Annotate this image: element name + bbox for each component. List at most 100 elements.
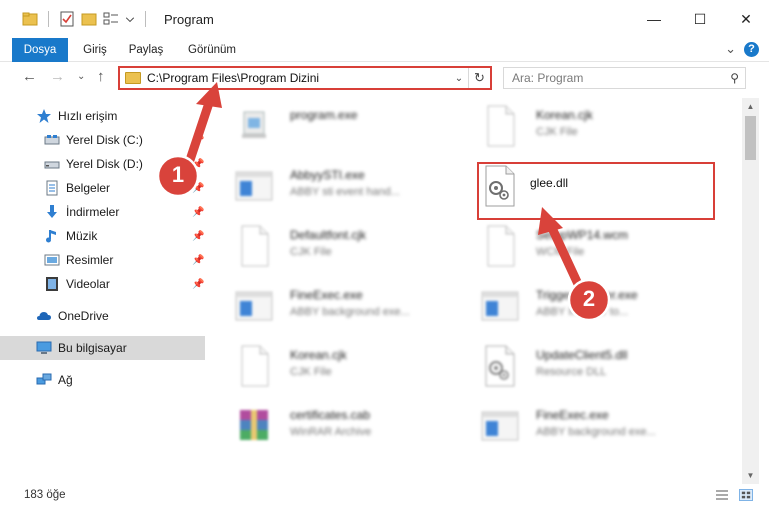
pin-icon[interactable]: 📌	[192, 231, 204, 242]
file-name: AbbyySTI.exe	[290, 168, 365, 182]
properties-icon[interactable]	[59, 11, 75, 27]
details-view-icon[interactable]	[715, 489, 729, 501]
tab-view[interactable]: Görünüm	[180, 38, 244, 62]
file-item[interactable]: program.exe	[234, 104, 464, 158]
file-item[interactable]: Korean.cjk CJK File	[480, 104, 710, 158]
file-item[interactable]: certificates.cab WinRAR Archive	[234, 404, 464, 458]
forward-button[interactable]: →	[50, 68, 65, 85]
file-name: certificates.cab	[290, 408, 371, 422]
ribbon-controls: ⌄ ?	[725, 41, 759, 57]
download-icon	[47, 205, 57, 218]
sidebar-item-music[interactable]: Müzik 📌	[0, 224, 205, 248]
refresh-button[interactable]: ↻	[468, 68, 490, 88]
view-switcher	[715, 489, 753, 501]
pin-icon[interactable]: 📌	[192, 135, 204, 146]
file-item[interactable]: Defaultfont.cjk CJK File	[234, 224, 464, 278]
address-dropdown-icon[interactable]: ⌄	[450, 73, 468, 84]
dll-gear-icon	[480, 344, 520, 388]
app-window-icon	[480, 284, 520, 328]
address-path[interactable]: C:\Program Files\Program Dizini	[147, 71, 450, 85]
pin-icon[interactable]: 📌	[192, 207, 204, 218]
search-box[interactable]: ⚲	[503, 67, 746, 89]
vertical-scrollbar[interactable]: ▲ ▼	[742, 98, 759, 484]
address-bar[interactable]: C:\Program Files\Program Dizini ⌄ ↻	[118, 66, 492, 90]
file-name: Korean.cjk	[290, 348, 347, 362]
sidebar-item-label: Hızlı erişim	[58, 109, 118, 123]
customize-toolbar-icon[interactable]	[103, 11, 119, 27]
file-item[interactable]: SetupWP14.wcm WCM File	[480, 224, 710, 278]
pin-icon[interactable]: 📌	[192, 183, 204, 194]
pin-icon[interactable]: 📌	[192, 159, 204, 170]
sidebar-item-downloads[interactable]: İndirmeler 📌	[0, 200, 205, 224]
blank-file-icon	[480, 224, 520, 268]
blank-file-icon	[480, 104, 520, 148]
minimize-button[interactable]: —	[631, 0, 677, 38]
app-window-icon	[480, 404, 520, 448]
scroll-up-icon[interactable]: ▲	[742, 98, 759, 115]
pin-icon[interactable]: 📌	[192, 255, 204, 266]
file-name: SetupWP14.wcm	[536, 228, 629, 242]
sidebar-item-onedrive[interactable]: OneDrive	[0, 304, 205, 328]
file-type: ABBY sti event hand...	[290, 186, 400, 198]
maximize-button[interactable]: ☐	[677, 0, 723, 38]
pin-icon[interactable]: 📌	[192, 279, 204, 290]
help-icon[interactable]: ?	[744, 41, 759, 57]
sidebar-item-this-pc[interactable]: Bu bilgisayar	[0, 336, 205, 360]
close-button[interactable]: ✕	[723, 0, 769, 38]
window-title: Program	[164, 11, 214, 27]
file-type: CJK File	[290, 366, 332, 378]
file-item[interactable]: FineExec.exe ABBY background exe...	[480, 404, 710, 458]
navigation-pane: Hızlı erişim Yerel Disk (C:) 📌 Yerel Dis…	[0, 98, 212, 484]
sidebar-item-label: Müzik	[66, 229, 98, 243]
item-count: 183 öğe	[24, 489, 66, 501]
tab-home[interactable]: Giriş	[72, 38, 118, 62]
ribbon: Dosya Giriş Paylaş Görünüm ⌄ ?	[0, 38, 769, 62]
title-bar: Program — ☐ ✕	[0, 0, 769, 38]
highlight-box	[477, 162, 715, 220]
search-icon[interactable]: ⚲	[730, 71, 739, 85]
back-button[interactable]: ←	[22, 68, 37, 85]
scroll-thumb[interactable]	[745, 116, 756, 160]
tab-share[interactable]: Paylaş	[122, 38, 170, 62]
expand-ribbon-icon[interactable]: ⌄	[725, 41, 736, 57]
new-folder-icon[interactable]	[81, 11, 97, 27]
app-window-icon	[234, 284, 274, 328]
sidebar-item-local-disk-c[interactable]: Yerel Disk (C:) 📌	[0, 128, 205, 152]
file-item[interactable]: UpdateClient5.dll Resource DLL	[480, 344, 710, 398]
scroll-down-icon[interactable]: ▼	[742, 467, 759, 484]
sidebar-item-pictures[interactable]: Resimler 📌	[0, 248, 205, 272]
navigation-bar: ← → ⌄ ↑ C:\Program Files\Program Dizini …	[0, 62, 769, 94]
chevron-down-icon[interactable]	[125, 11, 135, 27]
up-button[interactable]: ↑	[97, 68, 105, 85]
sidebar-item-label: Resimler	[66, 253, 114, 267]
file-item[interactable]: FineExec.exe ABBY background exe...	[234, 284, 464, 338]
sidebar-item-label: Ağ	[58, 373, 73, 387]
network-icon	[36, 373, 52, 385]
window-controls: — ☐ ✕	[631, 0, 769, 38]
pictures-icon	[44, 254, 60, 266]
sidebar-item-videos[interactable]: Videolar 📌	[0, 272, 205, 296]
search-input[interactable]	[504, 71, 714, 85]
file-item[interactable]: Korean.cjk CJK File	[234, 344, 464, 398]
tab-file[interactable]: Dosya	[12, 38, 68, 62]
callout-number-2: 2	[582, 286, 596, 311]
file-name: FineExec.exe	[290, 288, 363, 302]
sidebar-item-network[interactable]: Ağ	[0, 368, 205, 392]
recent-locations-button[interactable]: ⌄	[77, 71, 85, 82]
file-type: WinRAR Archive	[290, 426, 372, 438]
installer-icon	[234, 104, 274, 148]
sidebar-item-label: OneDrive	[58, 309, 109, 323]
file-name: Defaultfont.cjk	[290, 228, 367, 242]
file-name: FineExec.exe	[536, 408, 609, 422]
sidebar-item-quick-access[interactable]: Hızlı erişim	[0, 104, 205, 128]
sidebar-item-label: Belgeler	[66, 181, 111, 195]
blank-file-icon	[234, 224, 274, 268]
file-name: program.exe	[290, 108, 358, 122]
file-type: ABBY background exe...	[536, 426, 656, 438]
file-item[interactable]: AbbyySTI.exe ABBY sti event hand...	[234, 164, 464, 218]
drive-icon	[44, 161, 60, 169]
file-type: Resource DLL	[536, 366, 607, 378]
file-type: CJK File	[290, 246, 332, 258]
file-type: WCM File	[536, 246, 585, 258]
large-icons-view-icon[interactable]	[739, 489, 753, 501]
